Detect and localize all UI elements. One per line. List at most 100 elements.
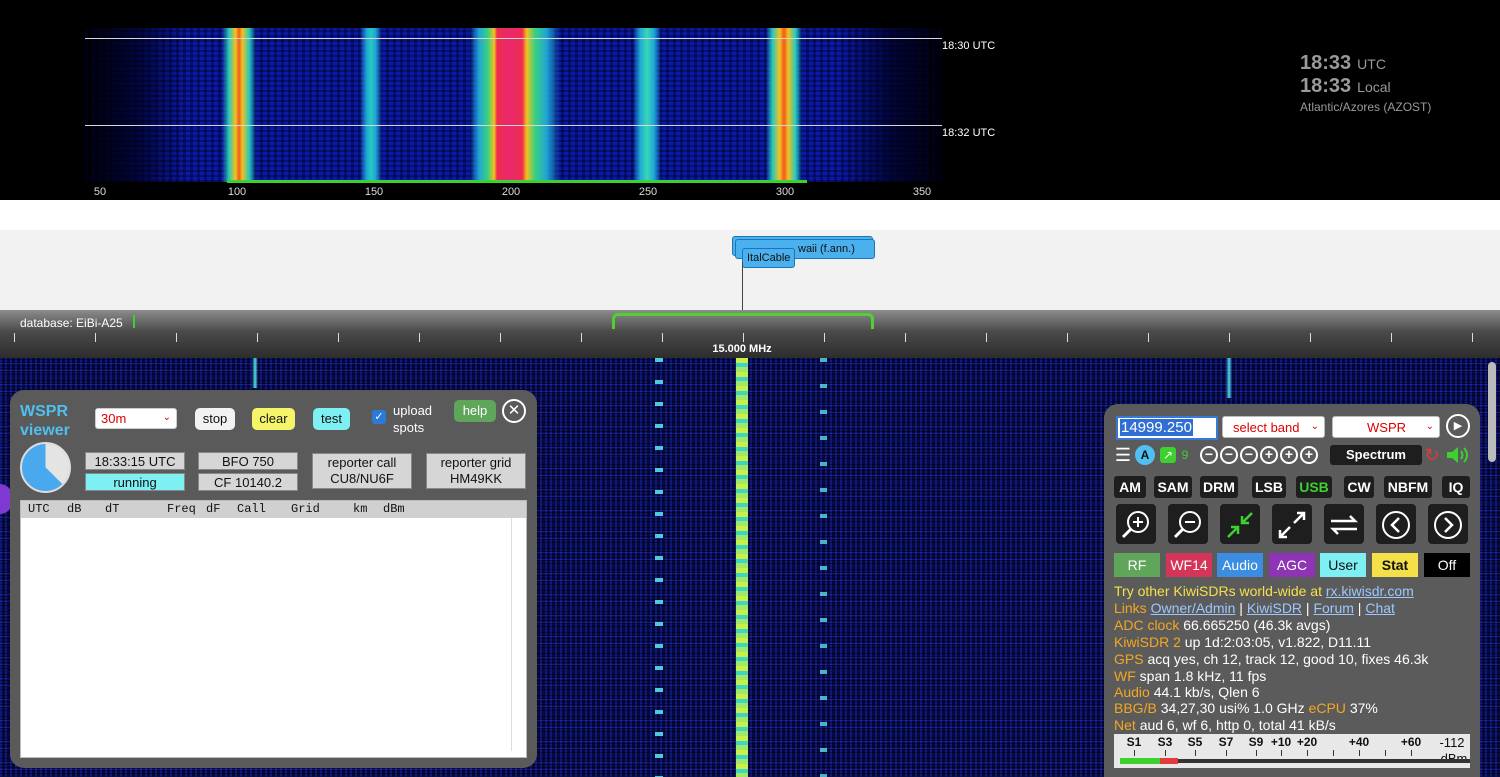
column-header: Call [237,502,266,516]
time-marker-line [85,38,942,39]
speaker-icon[interactable] [1444,445,1470,465]
zoom-in-max-icon[interactable]: + [1300,446,1318,464]
zoom-in-step-icon[interactable]: + [1260,446,1278,464]
status-audio: Audio 44.1 kb/s, Qlen 6 [1114,684,1260,700]
tab-wf[interactable]: WF14 [1166,553,1212,577]
scale-tick [14,333,15,342]
swap-icon[interactable] [1324,504,1364,544]
zoom-to-band-icon[interactable] [1220,504,1260,544]
owner-admin-link[interactable]: Owner/Admin [1151,600,1236,616]
upload-spots-label: upload spots [393,403,433,435]
zoom-in-icon[interactable]: + [1280,446,1298,464]
s-meter-label: S9 [1248,735,1264,749]
scale-tick [581,333,582,342]
clear-button[interactable]: clear [252,408,295,430]
stop-button[interactable]: stop [195,408,235,430]
mode-iq[interactable]: IQ [1442,476,1470,498]
scale-tick [1229,333,1230,342]
s-meter-label: +40 [1348,735,1370,749]
status-kiwisdr: KiwiSDR 2 up 1d:2:03:05, v1.822, D11.11 [1114,634,1372,650]
s-meter-tick [1281,750,1282,756]
mode-drm[interactable]: DRM [1200,476,1238,498]
mode-nbfm[interactable]: NBFM [1384,476,1432,498]
scale-tick [95,333,96,342]
freq-tick-label: 150 [364,186,384,198]
zoom-out-step-icon[interactable]: − [1240,446,1258,464]
kiwisdr-com-link[interactable]: rx.kiwisdr.com [1326,583,1414,599]
zoom-out-icon[interactable]: − [1220,446,1238,464]
close-icon[interactable]: ✕ [502,399,526,423]
database-label[interactable]: database: EiBi-A25 [20,316,123,330]
tab-stat[interactable]: Stat [1372,553,1418,577]
tab-rf[interactable]: RF [1114,553,1160,577]
mode-sam[interactable]: SAM [1154,476,1192,498]
upload-spots-checkbox[interactable]: ✓ [372,410,386,424]
tab-off[interactable]: Off [1424,553,1470,577]
column-header: dF [206,502,221,516]
utc-label: UTC [1357,56,1386,72]
mode-am[interactable]: AM [1114,476,1146,498]
next-icon[interactable] [1428,504,1468,544]
wspr-spectrum-panel: 18:30 UTC 18:32 UTC 50 100 150 200 250 3… [0,0,1500,200]
zoom-out-max-icon[interactable]: − [1200,446,1218,464]
local-label: Local [1357,79,1391,95]
scale-tick [1067,333,1068,342]
previous-icon[interactable] [1376,504,1416,544]
s-meter-tick [1195,750,1196,756]
s-meter: S1 S3 S5 S7 S9 +10 +20 +40 +60 -112 dBm [1114,734,1470,768]
band-select-value: 30m [101,411,127,426]
column-header: Freq [167,502,196,516]
menu-icon[interactable]: ☰ [1114,445,1132,465]
spectrum-button[interactable]: Spectrum [1330,445,1422,465]
reporter-call-box: reporter call CU8/NU6F [312,453,412,489]
spot-list[interactable] [21,518,512,751]
s-meter-level [1120,758,1160,764]
column-header: UTC [28,502,50,516]
s-meter-tick [1226,750,1227,756]
status-try-other: Try other KiwiSDRs world-wide at rx.kiwi… [1114,583,1414,599]
station-label-italcable[interactable]: ItalCable [742,248,796,268]
signal-trace [360,28,382,182]
status-wf: WF span 1.8 kHz, 11 fps [1114,668,1267,684]
help-button[interactable]: help [454,400,496,422]
forum-link[interactable]: Forum [1313,600,1353,616]
zoom-in-icon[interactable] [1116,504,1156,544]
frequency-value: 14999.250 [1120,419,1193,436]
spot-table[interactable]: UTC dB dT Freq dF Call Grid km dBm [20,500,527,758]
extension-select-label: WSPR [1367,420,1406,435]
kiwisdr-link[interactable]: KiwiSDR [1247,600,1302,616]
waterfall-scrollbar[interactable] [1488,362,1496,462]
mode-usb[interactable]: USB [1296,476,1332,498]
zoom-out-icon[interactable] [1168,504,1208,544]
spot-table-header: UTC dB dT Freq dF Call Grid km dBm [21,501,526,518]
column-header: dT [105,502,120,516]
column-header: km [353,502,368,516]
chat-link[interactable]: Chat [1365,600,1395,616]
time-marker-label: 18:30 UTC [942,40,996,52]
scale-tick [176,333,177,342]
tab-user[interactable]: User [1320,553,1366,577]
zoom-full-icon[interactable] [1272,504,1312,544]
edit-icon[interactable]: ↗ [1160,447,1176,463]
frequency-input[interactable]: 14999.250 [1116,416,1218,440]
tab-agc[interactable]: AGC [1269,553,1315,577]
freq-tick-label: 350 [912,186,932,198]
mode-lsb[interactable]: LSB [1252,476,1286,498]
band-select[interactable]: 30m ⌄ [95,408,177,429]
passband-shape[interactable] [612,313,874,329]
mode-cw[interactable]: CW [1344,476,1374,498]
test-button[interactable]: test [313,408,350,430]
freq-tick-label: 100 [227,186,247,198]
extension-select[interactable]: WSPR ⌄ [1332,416,1440,438]
waterfall-signal [655,358,663,777]
s-meter-tick [1165,750,1166,756]
s-meter-label: S5 [1187,735,1203,749]
scale-tick [257,333,258,342]
auto-icon[interactable]: A [1135,445,1155,465]
wspr-status: running [85,473,185,491]
tab-audio[interactable]: Audio [1217,553,1263,577]
refresh-icon[interactable]: ↻ [1422,445,1442,465]
band-select[interactable]: select band ⌄ [1222,416,1325,438]
cf-value: CF 10140.2 [198,473,298,491]
play-icon[interactable]: ▶ [1446,414,1470,438]
